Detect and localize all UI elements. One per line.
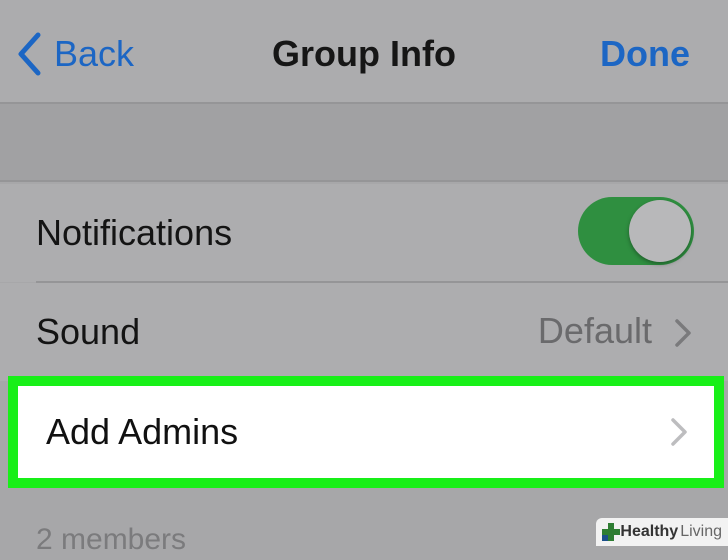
- add-admins-highlight: Add Admins: [8, 376, 724, 488]
- watermark-light-text: Living: [680, 523, 722, 540]
- chevron-right-icon: [671, 418, 687, 446]
- sound-label: Sound: [36, 311, 141, 352]
- notifications-label: Notifications: [36, 212, 233, 253]
- notifications-toggle[interactable]: [578, 197, 694, 265]
- plus-logo-icon: [602, 523, 621, 541]
- members-header: 2 members: [36, 523, 187, 556]
- navigation-bar: Back Group Info Done: [0, 0, 728, 104]
- add-admins-label: Add Admins: [46, 411, 239, 452]
- add-admins-row[interactable]: Add Admins: [18, 386, 714, 478]
- chevron-right-icon: [675, 319, 691, 347]
- watermark-logo: Healthy Living: [596, 518, 728, 546]
- watermark-bold-text: Healthy: [620, 523, 679, 540]
- section-spacer: [0, 104, 728, 182]
- sound-value: Default: [537, 310, 652, 351]
- done-button[interactable]: Done: [600, 26, 690, 82]
- toggle-knob: [629, 200, 691, 262]
